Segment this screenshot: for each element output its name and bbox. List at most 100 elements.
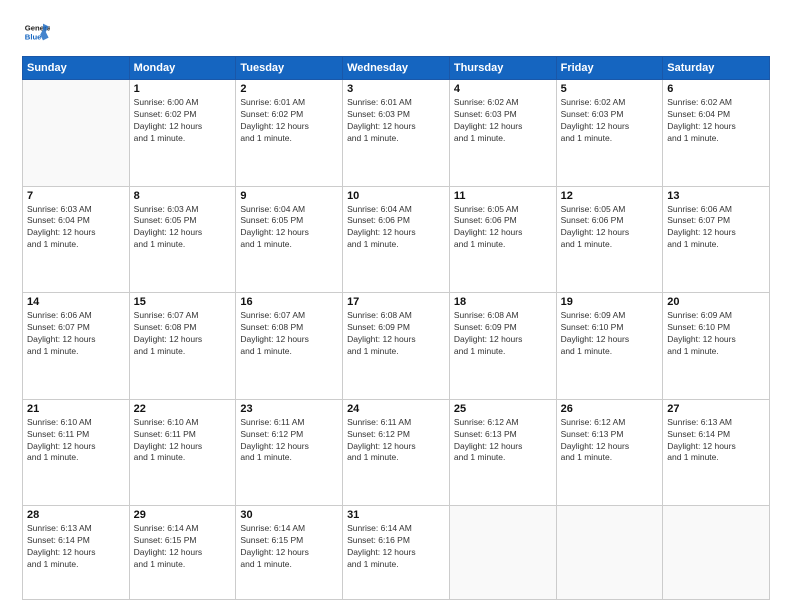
day-number: 23 <box>240 403 338 415</box>
calendar-header-monday: Monday <box>129 57 236 80</box>
day-number: 17 <box>347 296 445 308</box>
calendar-week-row: 28Sunrise: 6:13 AMSunset: 6:14 PMDayligh… <box>23 506 770 600</box>
day-info: Sunrise: 6:01 AMSunset: 6:03 PMDaylight:… <box>347 97 445 145</box>
calendar-cell: 31 Sunrise: 6:14 AMSunset: 6:16 PMDayligh… <box>343 506 450 600</box>
calendar-cell: 14Sunrise: 6:06 AMSunset: 6:07 PMDayligh… <box>23 293 130 400</box>
calendar-cell <box>556 506 663 600</box>
calendar-cell: 29 Sunrise: 6:14 AMSunset: 6:15 PMDayligh… <box>129 506 236 600</box>
calendar-cell: 25 Sunrise: 6:12 AMSunset: 6:13 PMDayligh… <box>449 399 556 506</box>
calendar-cell: 16Sunrise: 6:07 AMSunset: 6:08 PMDayligh… <box>236 293 343 400</box>
day-number: 10 <box>347 190 445 202</box>
day-info: Sunrise: 6:11 AMSunset: 6:12 PMDaylight:… <box>347 417 445 465</box>
day-number: 1 <box>134 83 232 95</box>
day-info: Sunrise: 6:12 AMSunset: 6:13 PMDaylight:… <box>561 417 659 465</box>
day-info: Sunrise: 6:09 AMSunset: 6:10 PMDaylight:… <box>561 310 659 358</box>
calendar-week-row: 1 Sunrise: 6:00 AMSunset: 6:02 PMDaylight… <box>23 80 770 187</box>
calendar-header-wednesday: Wednesday <box>343 57 450 80</box>
day-info: Sunrise: 6:03 AMSunset: 6:05 PMDaylight:… <box>134 204 232 252</box>
day-number: 15 <box>134 296 232 308</box>
day-number: 22 <box>134 403 232 415</box>
calendar-cell <box>23 80 130 187</box>
logo-icon: General Blue <box>22 18 50 46</box>
day-number: 7 <box>27 190 125 202</box>
calendar-header-sunday: Sunday <box>23 57 130 80</box>
calendar-cell: 10 Sunrise: 6:04 AMSunset: 6:06 PMDayligh… <box>343 186 450 293</box>
day-info: Sunrise: 6:06 AMSunset: 6:07 PMDaylight:… <box>667 204 765 252</box>
calendar-cell <box>449 506 556 600</box>
day-info: Sunrise: 6:10 AMSunset: 6:11 PMDaylight:… <box>134 417 232 465</box>
calendar-cell: 22 Sunrise: 6:10 AMSunset: 6:11 PMDayligh… <box>129 399 236 506</box>
calendar-week-row: 21 Sunrise: 6:10 AMSunset: 6:11 PMDayligh… <box>23 399 770 506</box>
calendar-cell: 18 Sunrise: 6:08 AMSunset: 6:09 PMDayligh… <box>449 293 556 400</box>
day-number: 28 <box>27 509 125 521</box>
calendar-cell: 13 Sunrise: 6:06 AMSunset: 6:07 PMDayligh… <box>663 186 770 293</box>
calendar-cell: 9Sunrise: 6:04 AMSunset: 6:05 PMDaylight… <box>236 186 343 293</box>
svg-text:Blue: Blue <box>25 33 42 42</box>
day-number: 26 <box>561 403 659 415</box>
calendar-cell: 11 Sunrise: 6:05 AMSunset: 6:06 PMDayligh… <box>449 186 556 293</box>
day-info: Sunrise: 6:05 AMSunset: 6:06 PMDaylight:… <box>561 204 659 252</box>
day-number: 20 <box>667 296 765 308</box>
day-info: Sunrise: 6:14 AMSunset: 6:16 PMDaylight:… <box>347 523 445 571</box>
day-number: 11 <box>454 190 552 202</box>
calendar-cell: 5 Sunrise: 6:02 AMSunset: 6:03 PMDaylight… <box>556 80 663 187</box>
day-number: 5 <box>561 83 659 95</box>
day-number: 9 <box>240 190 338 202</box>
day-info: Sunrise: 6:12 AMSunset: 6:13 PMDaylight:… <box>454 417 552 465</box>
day-number: 29 <box>134 509 232 521</box>
calendar-cell: 7 Sunrise: 6:03 AMSunset: 6:04 PMDaylight… <box>23 186 130 293</box>
calendar-header-saturday: Saturday <box>663 57 770 80</box>
day-number: 18 <box>454 296 552 308</box>
day-number: 30 <box>240 509 338 521</box>
day-info: Sunrise: 6:10 AMSunset: 6:11 PMDaylight:… <box>27 417 125 465</box>
day-info: Sunrise: 6:07 AMSunset: 6:08 PMDaylight:… <box>240 310 338 358</box>
calendar-header-friday: Friday <box>556 57 663 80</box>
calendar-cell: 4Sunrise: 6:02 AMSunset: 6:03 PMDaylight… <box>449 80 556 187</box>
day-number: 3 <box>347 83 445 95</box>
calendar-cell: 15Sunrise: 6:07 AMSunset: 6:08 PMDayligh… <box>129 293 236 400</box>
calendar-cell: 17 Sunrise: 6:08 AMSunset: 6:09 PMDayligh… <box>343 293 450 400</box>
day-number: 31 <box>347 509 445 521</box>
calendar-cell: 27 Sunrise: 6:13 AMSunset: 6:14 PMDayligh… <box>663 399 770 506</box>
calendar-cell: 8 Sunrise: 6:03 AMSunset: 6:05 PMDaylight… <box>129 186 236 293</box>
calendar-cell: 26 Sunrise: 6:12 AMSunset: 6:13 PMDayligh… <box>556 399 663 506</box>
day-info: Sunrise: 6:01 AMSunset: 6:02 PMDaylight:… <box>240 97 338 145</box>
day-info: Sunrise: 6:00 AMSunset: 6:02 PMDaylight:… <box>134 97 232 145</box>
logo: General Blue <box>22 18 54 46</box>
calendar-cell: 30 Sunrise: 6:14 AMSunset: 6:15 PMDayligh… <box>236 506 343 600</box>
day-number: 2 <box>240 83 338 95</box>
day-info: Sunrise: 6:04 AMSunset: 6:06 PMDaylight:… <box>347 204 445 252</box>
calendar-cell: 1 Sunrise: 6:00 AMSunset: 6:02 PMDaylight… <box>129 80 236 187</box>
day-number: 6 <box>667 83 765 95</box>
calendar-cell: 24 Sunrise: 6:11 AMSunset: 6:12 PMDayligh… <box>343 399 450 506</box>
day-info: Sunrise: 6:14 AMSunset: 6:15 PMDaylight:… <box>240 523 338 571</box>
calendar-week-row: 7 Sunrise: 6:03 AMSunset: 6:04 PMDaylight… <box>23 186 770 293</box>
day-info: Sunrise: 6:08 AMSunset: 6:09 PMDaylight:… <box>454 310 552 358</box>
calendar-header-thursday: Thursday <box>449 57 556 80</box>
calendar-cell: 3 Sunrise: 6:01 AMSunset: 6:03 PMDaylight… <box>343 80 450 187</box>
day-number: 25 <box>454 403 552 415</box>
day-info: Sunrise: 6:09 AMSunset: 6:10 PMDaylight:… <box>667 310 765 358</box>
day-number: 13 <box>667 190 765 202</box>
calendar-table: SundayMondayTuesdayWednesdayThursdayFrid… <box>22 56 770 600</box>
day-info: Sunrise: 6:02 AMSunset: 6:03 PMDaylight:… <box>561 97 659 145</box>
calendar-cell: 20 Sunrise: 6:09 AMSunset: 6:10 PMDayligh… <box>663 293 770 400</box>
day-info: Sunrise: 6:13 AMSunset: 6:14 PMDaylight:… <box>667 417 765 465</box>
day-info: Sunrise: 6:03 AMSunset: 6:04 PMDaylight:… <box>27 204 125 252</box>
day-info: Sunrise: 6:02 AMSunset: 6:03 PMDaylight:… <box>454 97 552 145</box>
day-number: 27 <box>667 403 765 415</box>
day-number: 8 <box>134 190 232 202</box>
day-number: 21 <box>27 403 125 415</box>
day-info: Sunrise: 6:05 AMSunset: 6:06 PMDaylight:… <box>454 204 552 252</box>
header: General Blue <box>22 18 770 46</box>
calendar-cell: 19Sunrise: 6:09 AMSunset: 6:10 PMDayligh… <box>556 293 663 400</box>
day-number: 24 <box>347 403 445 415</box>
calendar-cell: 23Sunrise: 6:11 AMSunset: 6:12 PMDayligh… <box>236 399 343 506</box>
day-info: Sunrise: 6:14 AMSunset: 6:15 PMDaylight:… <box>134 523 232 571</box>
calendar-cell: 28Sunrise: 6:13 AMSunset: 6:14 PMDayligh… <box>23 506 130 600</box>
day-info: Sunrise: 6:08 AMSunset: 6:09 PMDaylight:… <box>347 310 445 358</box>
day-number: 12 <box>561 190 659 202</box>
calendar-cell: 12 Sunrise: 6:05 AMSunset: 6:06 PMDayligh… <box>556 186 663 293</box>
day-info: Sunrise: 6:06 AMSunset: 6:07 PMDaylight:… <box>27 310 125 358</box>
calendar-cell <box>663 506 770 600</box>
